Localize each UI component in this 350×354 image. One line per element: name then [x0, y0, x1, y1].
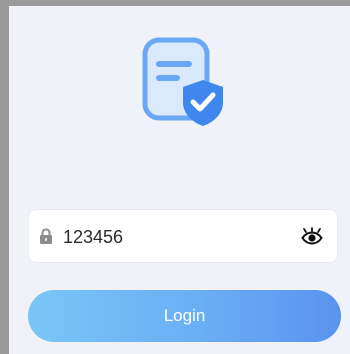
eye-icon[interactable] — [301, 227, 323, 247]
password-input[interactable] — [63, 222, 283, 252]
login-screen: Login — [0, 0, 350, 354]
login-button[interactable]: Login — [28, 290, 341, 342]
secure-document-logo-icon — [142, 37, 223, 126]
password-field-container — [28, 209, 338, 263]
lock-icon — [40, 228, 52, 244]
